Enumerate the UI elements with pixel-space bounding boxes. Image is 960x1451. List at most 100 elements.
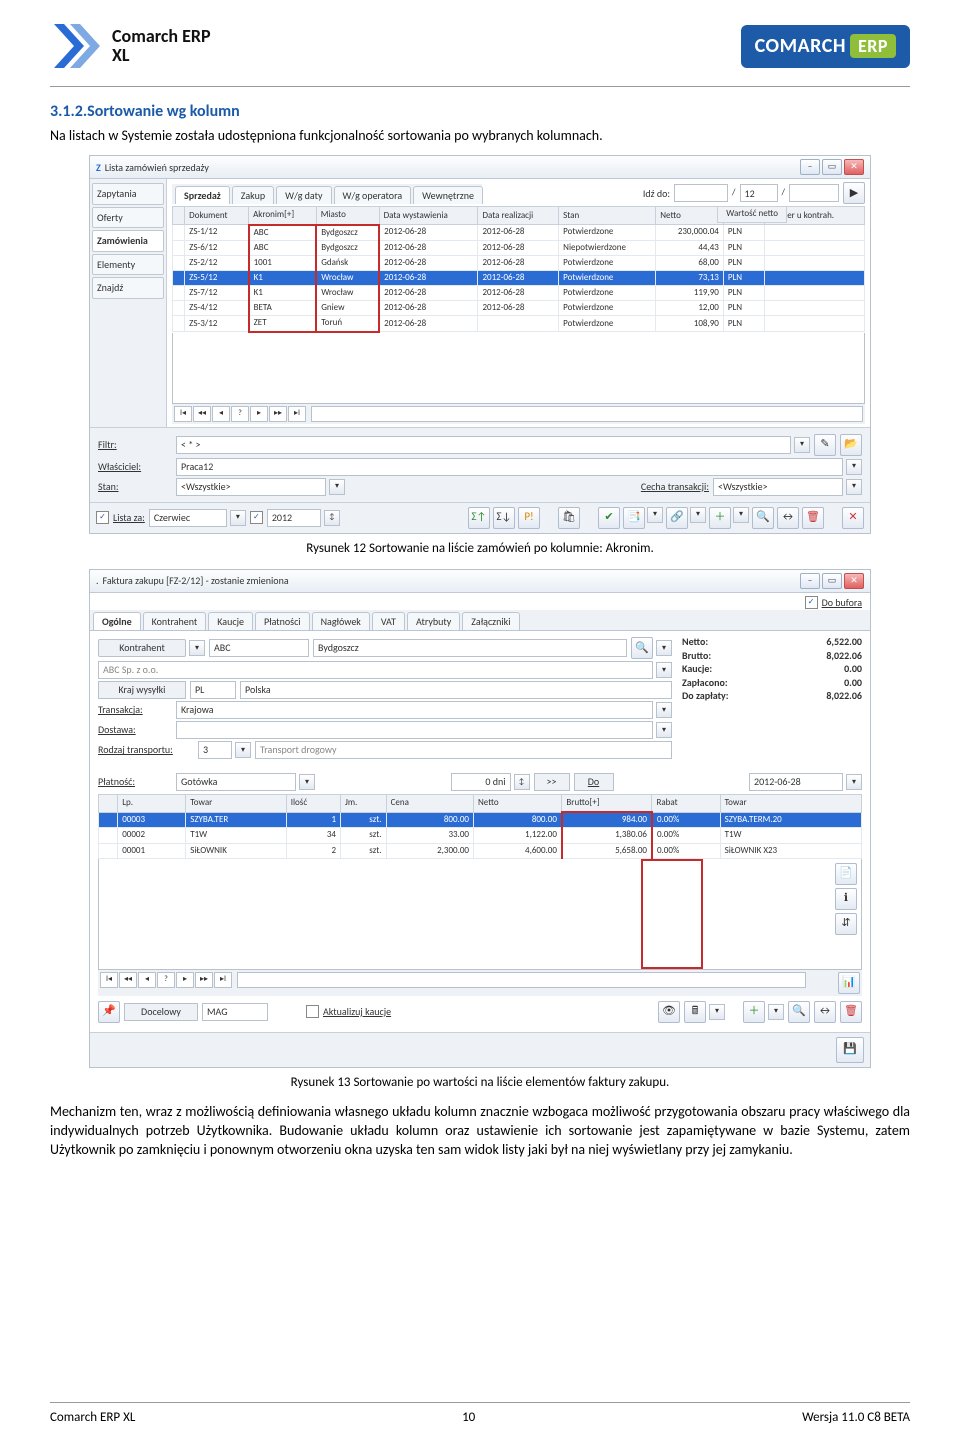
lista-rok-spin[interactable]: ↕ <box>324 510 340 526</box>
item-copy-button[interactable]: 📄 <box>835 863 857 885</box>
mag-input[interactable]: MAG <box>202 1003 268 1021</box>
toptab[interactable]: W/g daty <box>276 186 331 205</box>
sidetab-oferty[interactable]: Oferty <box>92 207 164 229</box>
chain-dd[interactable]: ▾ <box>690 507 706 523</box>
invoice-tab[interactable]: Płatności <box>255 612 310 631</box>
calc-button[interactable]: 🖩 <box>684 1001 706 1023</box>
invoice-tab[interactable]: Kontrahent <box>143 612 207 631</box>
edit-button[interactable]: 🔍 <box>752 507 774 529</box>
item-move-button[interactable]: ⇵ <box>835 913 857 935</box>
pager-last[interactable]: ▸I <box>288 406 306 422</box>
add-dd[interactable]: ▾ <box>733 507 749 523</box>
stan-input[interactable]: <Wszystkie> <box>176 478 326 496</box>
sidetab-zapytania[interactable]: Zapytania <box>92 183 164 205</box>
pager2-track[interactable] <box>237 972 806 988</box>
sidetab-zamówienia[interactable]: Zamówienia <box>92 230 164 252</box>
flag-button[interactable]: P! <box>518 507 540 529</box>
receipt-button[interactable]: 📑 <box>623 507 645 529</box>
lista-rok[interactable]: 2012 <box>267 509 321 527</box>
wlasciciel-input[interactable]: Praca12 <box>176 458 843 476</box>
pager[interactable]: I◂ ◂◂ ◂ ? ▸ ▸▸ ▸I <box>172 404 865 424</box>
dni-input[interactable]: 0 dni <box>451 773 511 791</box>
pager-2[interactable]: I◂ ◂◂ ◂ ? ▸ ▸▸ ▸I 📊 <box>98 970 862 996</box>
pager2-next[interactable]: ▸ <box>176 972 194 988</box>
trans-input[interactable]: Krajowa <box>176 701 653 719</box>
filtr-edit-button[interactable]: ✎ <box>814 434 836 456</box>
sidetab-znajdź[interactable]: Znajdź <box>92 277 164 299</box>
dostawa-dd[interactable]: ▾ <box>656 722 672 738</box>
idz-do-suffix[interactable] <box>789 184 839 202</box>
firma-dd[interactable]: ▾ <box>656 662 672 678</box>
sidetab-elementy[interactable]: Elementy <box>92 254 164 276</box>
kontrahent-button[interactable]: Kontrahent <box>98 639 186 657</box>
item-add-dd[interactable]: ▾ <box>768 1004 784 1020</box>
platnosc-date[interactable]: 2012-06-28 <box>749 773 843 791</box>
pager2-last[interactable]: ▸I <box>214 972 232 988</box>
filtr-open-button[interactable]: 📂 <box>840 434 862 456</box>
lista-mies-dd[interactable]: ▾ <box>230 510 246 526</box>
item-shift-button[interactable]: ↔ <box>814 1001 836 1023</box>
receipt-dd[interactable]: ▾ <box>647 507 663 523</box>
pager-help[interactable]: ? <box>231 406 249 422</box>
toptab[interactable]: Sprzedaż <box>175 186 230 205</box>
pager-prevset[interactable]: ◂◂ <box>193 406 211 422</box>
minimize-button[interactable]: – <box>800 159 820 175</box>
save-button[interactable]: 💾 <box>836 1037 864 1063</box>
calc-dd[interactable]: ▾ <box>709 1004 725 1020</box>
dostawa-input[interactable] <box>176 721 653 739</box>
close-button[interactable]: ✕ <box>844 159 864 175</box>
pager-track[interactable] <box>311 406 863 422</box>
close-button-2[interactable]: ✕ <box>844 573 864 589</box>
do-bufora-check[interactable]: ✓ <box>805 596 818 609</box>
items-chart-button[interactable]: 📊 <box>838 972 860 994</box>
kontrahent-search-button[interactable]: 🔍 <box>631 637 653 659</box>
pager-first[interactable]: I◂ <box>174 406 192 422</box>
item-info-button[interactable]: ℹ <box>835 888 857 910</box>
orders-table[interactable]: DokumentAkronim[+]MiastoData wystawienia… <box>172 206 865 332</box>
item-add-button[interactable]: ＋ <box>743 1001 765 1023</box>
maximize-button-2[interactable]: ▭ <box>822 573 842 589</box>
chain-button[interactable]: 🔗 <box>666 507 688 529</box>
kraj-code[interactable]: PL <box>190 681 236 699</box>
miasto-input[interactable]: Bydgoszcz <box>313 639 627 657</box>
delete-button[interactable]: 🗑 <box>802 507 824 529</box>
toptab[interactable]: W/g operatora <box>334 186 412 205</box>
lista-rok-check[interactable]: ✓ <box>250 511 263 524</box>
minimize-button-2[interactable]: – <box>800 573 820 589</box>
rodzaj-dd[interactable]: ▾ <box>235 742 251 758</box>
pager2-nextset[interactable]: ▸▸ <box>195 972 213 988</box>
item-delete-button[interactable]: 🗑 <box>840 1001 862 1023</box>
move-button[interactable]: ↔ <box>777 507 799 529</box>
pin-button[interactable]: 📌 <box>98 1001 120 1023</box>
invoice-tab[interactable]: Nagłówek <box>312 612 370 631</box>
toptab[interactable]: Wewnętrzne <box>413 186 483 205</box>
invoice-tab[interactable]: Kaucje <box>208 612 253 631</box>
close-window-button[interactable]: ✕ <box>842 507 864 529</box>
kraj-button[interactable]: Kraj wysyłki <box>98 681 186 699</box>
aktualizuj-check[interactable] <box>306 1005 319 1018</box>
preview-button[interactable]: 👁 <box>658 1001 680 1023</box>
pager2-first[interactable]: I◂ <box>100 972 118 988</box>
pager-nextset[interactable]: ▸▸ <box>269 406 287 422</box>
filtr-dd[interactable]: ▾ <box>794 437 810 453</box>
idz-do-num[interactable]: 12 <box>740 184 778 202</box>
wlasciciel-dd[interactable]: ▾ <box>846 459 862 475</box>
pager-prev[interactable]: ◂ <box>212 406 230 422</box>
item-edit-button[interactable]: 🔍 <box>788 1001 810 1023</box>
invoice-tab[interactable]: Ogólne <box>93 612 141 631</box>
filtr-input[interactable]: < * > <box>176 436 791 454</box>
kontrahent-input[interactable]: ABC <box>209 639 309 657</box>
basket-button[interactable]: 🛍 <box>558 507 580 529</box>
invoice-tab[interactable]: Załączniki <box>462 612 519 631</box>
kontrahent-search-dd[interactable]: ▾ <box>656 640 672 656</box>
confirm-button[interactable]: ✔ <box>598 507 620 529</box>
platnosc-date-dd[interactable]: ▾ <box>846 774 862 790</box>
pager-next[interactable]: ▸ <box>250 406 268 422</box>
lista-za-check[interactable]: ✓ <box>96 511 109 524</box>
platnosc-dd[interactable]: ▾ <box>299 774 315 790</box>
kontrahent-dd[interactable]: ▾ <box>189 640 205 656</box>
dni-spin[interactable]: ↕ <box>514 774 530 790</box>
maximize-button[interactable]: ▭ <box>822 159 842 175</box>
goto-button[interactable]: ▶ <box>843 182 865 204</box>
next-button[interactable]: >> <box>534 773 570 791</box>
